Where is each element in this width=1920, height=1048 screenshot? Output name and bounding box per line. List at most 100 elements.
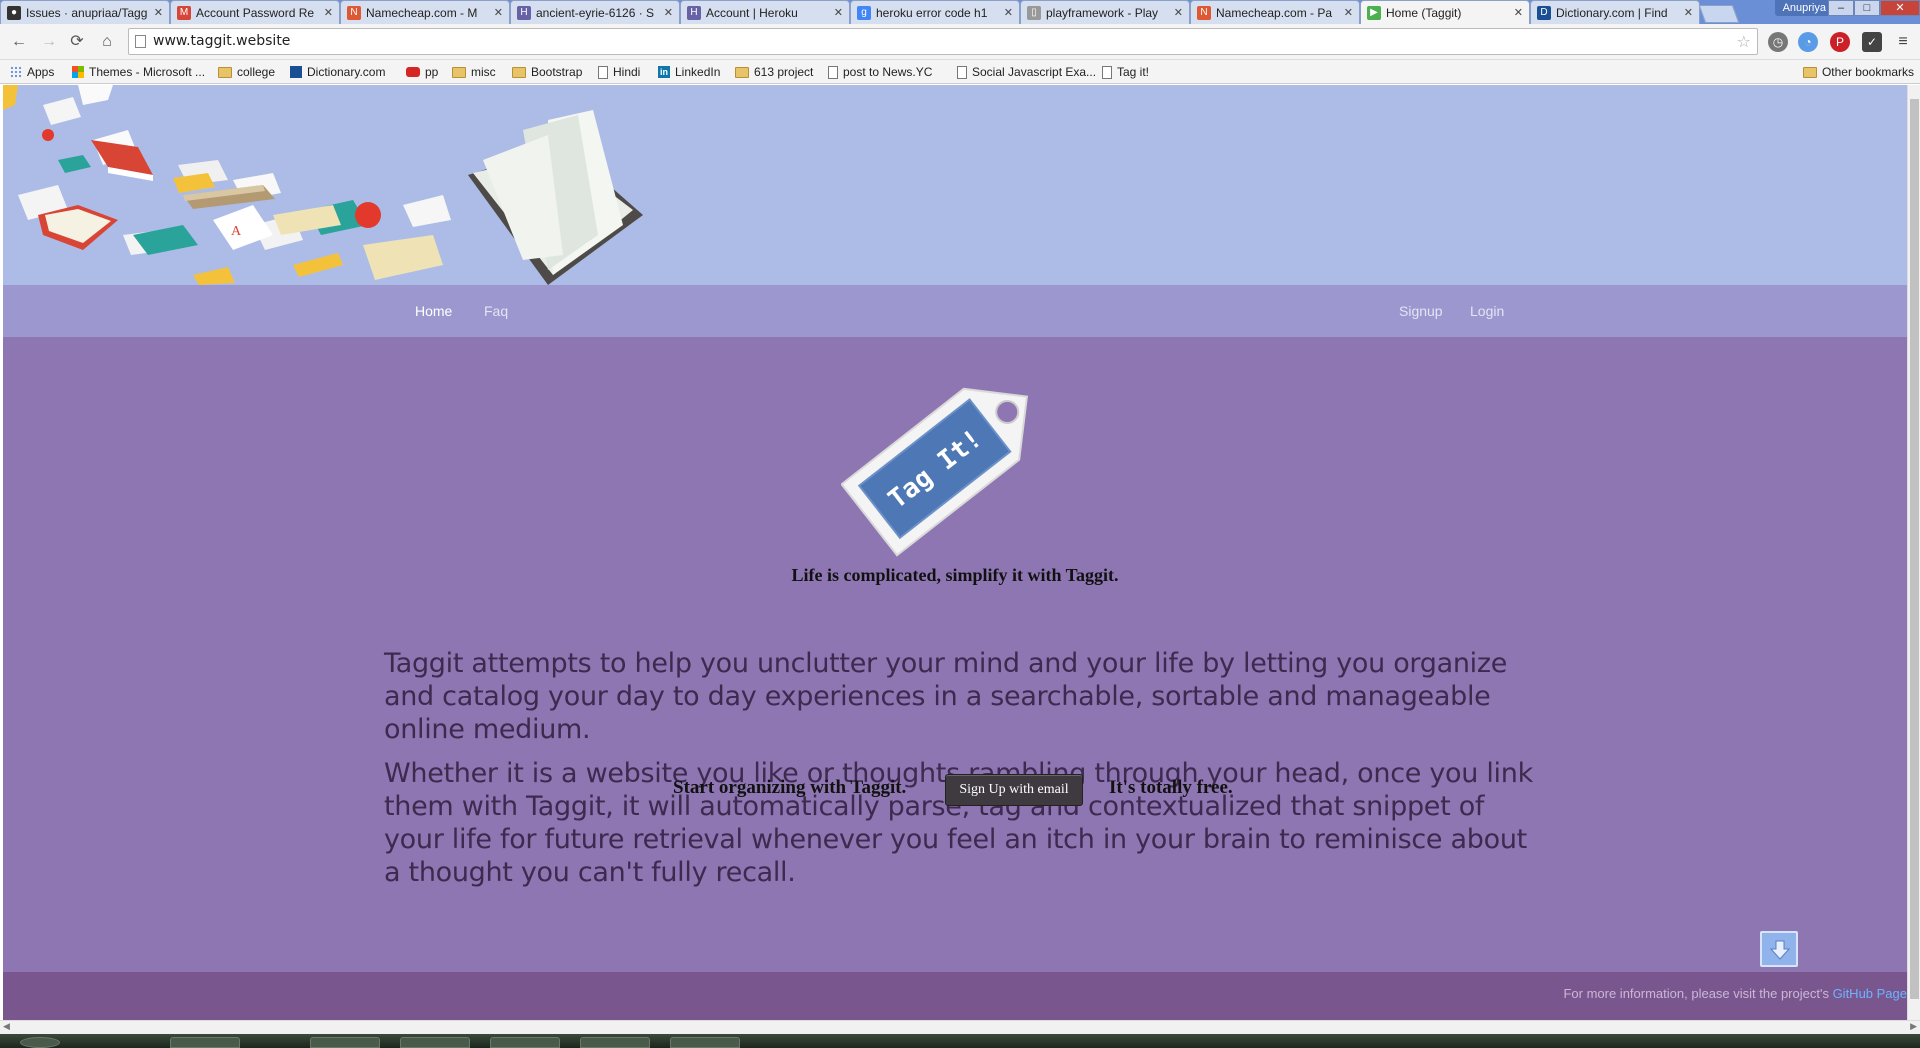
gmail-icon: M bbox=[177, 5, 191, 20]
nav-faq[interactable]: Faq bbox=[484, 303, 508, 319]
taskbar-item[interactable] bbox=[580, 1037, 650, 1048]
close-tab-icon[interactable]: ✕ bbox=[324, 6, 333, 19]
tab-4[interactable]: H Account | Heroku ✕ bbox=[680, 0, 850, 24]
taskbar-item[interactable] bbox=[400, 1037, 470, 1048]
extension-timer-icon[interactable]: ◔ bbox=[1798, 32, 1818, 52]
bookmark-item[interactable]: Social Javascript Exa... bbox=[957, 63, 1096, 81]
footer: For more information, please visit the p… bbox=[3, 972, 1907, 1020]
tab-label: playframework - Play bbox=[1046, 5, 1159, 20]
folder-icon bbox=[218, 66, 232, 78]
horizontal-scrollbar[interactable]: ◀ ▶ bbox=[0, 1020, 1920, 1034]
address-url: www.taggit.website bbox=[153, 33, 291, 49]
taskbar-item[interactable] bbox=[670, 1037, 740, 1048]
other-bookmarks[interactable]: Other bookmarks bbox=[1802, 63, 1914, 81]
close-tab-icon[interactable]: ✕ bbox=[154, 6, 163, 19]
bookmark-item[interactable]: post to News.YC bbox=[828, 63, 932, 81]
bookmark-label: misc bbox=[471, 65, 496, 79]
bookmark-item[interactable]: 613 project bbox=[735, 63, 813, 81]
bookmark-label: Tag it! bbox=[1117, 65, 1150, 79]
bookmark-label: Bootstrap bbox=[531, 65, 583, 79]
bookmark-item[interactable]: Apps bbox=[10, 63, 54, 81]
extension-history-icon[interactable]: ◷ bbox=[1768, 32, 1788, 52]
bookmark-item[interactable]: in LinkedIn bbox=[658, 63, 720, 81]
namecheap-icon: N bbox=[1197, 5, 1211, 20]
tab-5[interactable]: g heroku error code h1 ✕ bbox=[850, 0, 1020, 24]
cta-text-left: Start organizing with Taggit. bbox=[673, 777, 907, 798]
new-tab-button[interactable] bbox=[1698, 5, 1740, 23]
close-tab-icon[interactable]: ✕ bbox=[1004, 6, 1013, 19]
tab-9[interactable]: D Dictionary.com | Find ✕ bbox=[1530, 0, 1700, 24]
os-taskbar bbox=[0, 1034, 1920, 1048]
tab-3[interactable]: Hancient-eyrie-6126 · S ✕ bbox=[510, 0, 680, 24]
scrollbar-thumb[interactable] bbox=[1910, 99, 1919, 999]
bookmark-item[interactable]: Bootstrap bbox=[512, 63, 582, 81]
folder-icon bbox=[735, 66, 749, 78]
tab-6[interactable]: ▯ playframework - Play ✕ bbox=[1020, 0, 1190, 24]
bookmark-label: post to News.YC bbox=[843, 65, 933, 79]
tab-7[interactable]: N Namecheap.com - Pa ✕ bbox=[1190, 0, 1360, 24]
arrow-down-icon bbox=[1769, 940, 1791, 960]
vertical-scrollbar[interactable] bbox=[1907, 85, 1920, 1020]
address-bar[interactable]: www.taggit.website ☆ bbox=[128, 28, 1758, 55]
tab-2[interactable]: N Namecheap.com - M ✕ bbox=[340, 0, 510, 24]
bookmark-item[interactable]: Dictionary.com bbox=[290, 63, 385, 81]
tab-label: Home (Taggit) bbox=[1386, 5, 1462, 20]
hero-banner: A bbox=[3, 85, 1907, 285]
back-icon[interactable]: ← bbox=[8, 31, 30, 53]
close-window-button[interactable]: ✕ bbox=[1880, 0, 1920, 16]
bookmark-item[interactable]: Tag it! bbox=[1102, 63, 1149, 81]
tab-8[interactable]: ▶ Home (Taggit) ✕ bbox=[1360, 0, 1530, 24]
close-tab-icon[interactable]: ✕ bbox=[834, 6, 843, 19]
bookmark-item[interactable]: pp bbox=[406, 63, 438, 81]
bookmark-label: Themes - Microsoft ... bbox=[89, 65, 206, 79]
close-tab-icon[interactable]: ✕ bbox=[1174, 6, 1183, 19]
github-page-link[interactable]: GitHub Page bbox=[1833, 986, 1907, 1001]
nav-home[interactable]: Home bbox=[415, 303, 452, 319]
taskbar-item[interactable] bbox=[170, 1037, 240, 1048]
github-icon: ● bbox=[7, 5, 21, 20]
close-tab-icon[interactable]: ✕ bbox=[664, 6, 673, 19]
home-icon[interactable]: ⌂ bbox=[96, 31, 118, 53]
bookmark-star-icon[interactable]: ☆ bbox=[1737, 29, 1751, 54]
pinterest-icon[interactable]: P bbox=[1830, 32, 1850, 52]
bookmark-item[interactable]: college bbox=[218, 63, 275, 81]
folder-icon bbox=[512, 66, 526, 78]
bookmark-item[interactable]: Themes - Microsoft ... bbox=[72, 63, 205, 81]
reload-icon[interactable]: ⟳ bbox=[66, 31, 88, 53]
yt-icon bbox=[406, 67, 420, 77]
tab-0[interactable]: ● Issues · anupriaa/Tagg ✕ bbox=[0, 0, 170, 24]
other-bookmarks-label: Other bookmarks bbox=[1821, 65, 1914, 79]
scroll-left-icon[interactable]: ◀ bbox=[3, 1021, 10, 1032]
close-tab-icon[interactable]: ✕ bbox=[1514, 6, 1523, 19]
forward-icon[interactable]: → bbox=[38, 31, 60, 53]
close-tab-icon[interactable]: ✕ bbox=[1684, 6, 1693, 19]
nav-login[interactable]: Login bbox=[1470, 303, 1504, 319]
tab-label: Issues · anupriaa/Tagg bbox=[26, 5, 148, 20]
tab-1[interactable]: M Account Password Re ✕ bbox=[170, 0, 340, 24]
scroll-down-button[interactable] bbox=[1760, 931, 1798, 967]
close-tab-icon[interactable]: ✕ bbox=[1344, 6, 1353, 19]
main-content: Tag It! Life is complicated, simplify it… bbox=[3, 337, 1907, 972]
nav-signup[interactable]: Signup bbox=[1399, 303, 1443, 319]
start-button[interactable] bbox=[20, 1037, 60, 1048]
ms-icon bbox=[72, 66, 84, 78]
scroll-right-icon[interactable]: ▶ bbox=[1910, 1021, 1917, 1032]
minimize-button[interactable]: – bbox=[1828, 0, 1854, 16]
intro-paragraph: Taggit attempts to help you unclutter yo… bbox=[384, 648, 1508, 745]
pocket-icon[interactable]: ✓ bbox=[1862, 32, 1882, 52]
taskbar-item[interactable] bbox=[490, 1037, 560, 1048]
svg-text:A: A bbox=[231, 224, 242, 239]
signup-email-button[interactable]: Sign Up with email bbox=[945, 774, 1083, 806]
menu-icon[interactable]: ≡ bbox=[1893, 32, 1913, 52]
bookmark-item[interactable]: Hindi bbox=[598, 63, 640, 81]
profile-badge[interactable]: Anupriya bbox=[1774, 0, 1834, 16]
bookmark-label: Apps bbox=[27, 65, 55, 79]
tag-it-logo: Tag It! bbox=[841, 387, 1029, 557]
taskbar-item[interactable] bbox=[310, 1037, 380, 1048]
tab-label: Dictionary.com | Find bbox=[1556, 5, 1668, 20]
maximize-button[interactable]: □ bbox=[1854, 0, 1880, 16]
bookmark-item[interactable]: misc bbox=[452, 63, 496, 81]
close-tab-icon[interactable]: ✕ bbox=[494, 6, 503, 19]
page-icon bbox=[1102, 65, 1112, 79]
page-icon bbox=[598, 65, 608, 79]
